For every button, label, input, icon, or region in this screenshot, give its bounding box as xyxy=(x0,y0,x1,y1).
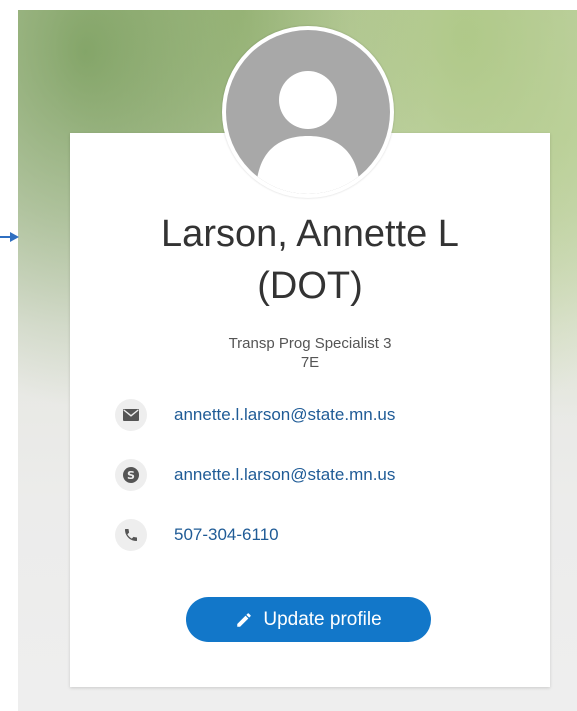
contact-skype: S annette.l.larson@state.mn.us xyxy=(115,459,395,491)
profile-name-line1: Larson, Annette L xyxy=(161,213,459,255)
skype-link[interactable]: annette.l.larson@state.mn.us xyxy=(174,465,395,485)
contact-email: annette.l.larson@state.mn.us xyxy=(115,399,395,431)
mail-icon xyxy=(115,399,147,431)
person-placeholder-icon xyxy=(256,71,360,194)
update-profile-label: Update profile xyxy=(263,608,382,630)
pencil-icon xyxy=(237,612,252,627)
email-link[interactable]: annette.l.larson@state.mn.us xyxy=(174,405,395,425)
profile-name-line2: (DOT) xyxy=(257,265,363,307)
profile-name: Larson, Annette L (DOT) xyxy=(70,208,550,312)
skype-icon: S xyxy=(115,459,147,491)
job-title: Transp Prog Specialist 3 xyxy=(228,335,392,352)
phone-icon xyxy=(115,519,147,551)
office-location: 7E xyxy=(300,354,320,371)
avatar xyxy=(222,26,394,198)
phone-link[interactable]: 507-304-6110 xyxy=(174,525,279,545)
update-profile-button[interactable]: Update profile xyxy=(186,597,431,642)
pointer-arrow-icon xyxy=(0,232,19,242)
svg-text:S: S xyxy=(127,469,135,482)
contact-phone: 507-304-6110 xyxy=(115,519,279,551)
profile-details: Transp Prog Specialist 3 7E xyxy=(70,334,550,372)
profile-page: Larson, Annette L (DOT) Transp Prog Spec… xyxy=(0,0,577,711)
